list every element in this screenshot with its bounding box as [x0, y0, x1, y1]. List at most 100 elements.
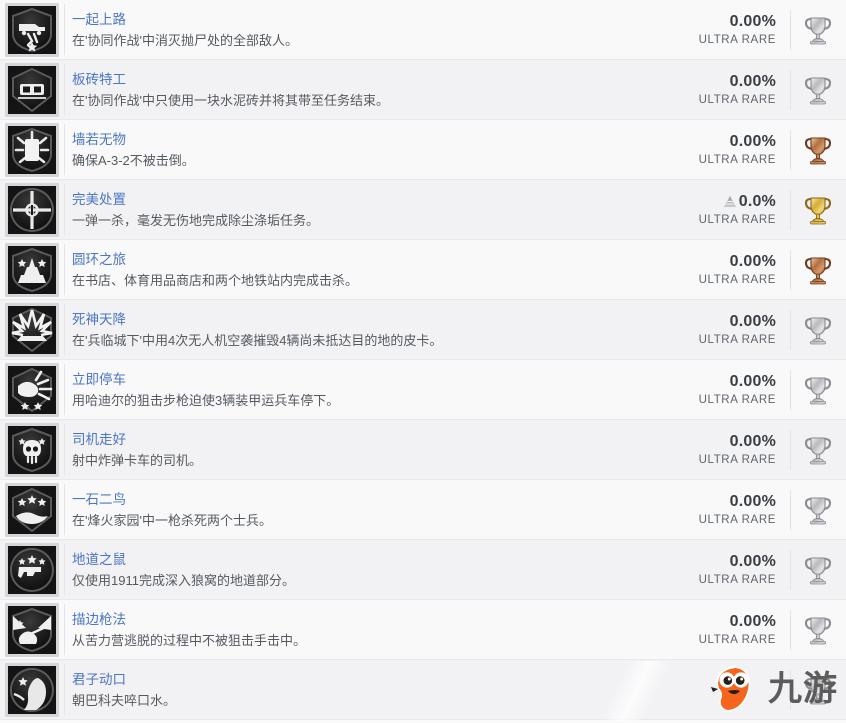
badge-sniper-icon [5, 602, 59, 657]
trophy-description: 用哈迪尔的狙击步枪迫使3辆装甲运兵车停下。 [72, 392, 340, 408]
platinum-pyramid-icon [723, 195, 736, 207]
trophy-title-link[interactable]: 一石二鸟 [72, 490, 656, 509]
trophy-title-link[interactable]: 立即停车 [72, 370, 656, 389]
silver-trophy-icon [790, 660, 846, 720]
silver-trophy-icon [790, 540, 846, 600]
rarity-percent-line: 0.00% [730, 612, 776, 631]
rarity-label: ULTRA RARE [698, 213, 776, 226]
rarity-label: ULTRA RARE [698, 393, 776, 406]
rarity-percent-line: 0.00% [730, 132, 776, 151]
trophy-row[interactable]: 圆环之旅 在书店、体育用品商店和两个地铁站内完成击杀。 0.00% ULTRA RAR… [0, 240, 846, 300]
rarity-percent-line: 0.00% [730, 552, 776, 571]
silver-trophy-icon [790, 0, 846, 60]
trophy-rarity-cell: 0.0% ULTRA RARE [664, 192, 790, 228]
rarity-label: ULTRA RARE [698, 33, 776, 46]
trophy-badge-cell [0, 300, 64, 360]
trophy-row[interactable]: 死神天降 在'兵临城下'中用4次无人机空袭摧毁4辆尚未抵达目的地的皮卡。 0.00%… [0, 300, 846, 360]
trophy-title-link[interactable]: 圆环之旅 [72, 250, 656, 269]
trophy-row[interactable]: 君子动口 朝巴科夫啐口水。 [0, 660, 846, 720]
row-divider [64, 664, 65, 715]
rarity-percent-line: 0.00% [730, 252, 776, 271]
rarity-percent-line: 0.0% [723, 192, 776, 211]
trophy-row[interactable]: 墙若无物确保A-3-2不被击倒。 0.00% ULTRA RARE [0, 120, 846, 180]
badge-brick-icon [5, 62, 59, 117]
trophy-row[interactable]: 一起上路 在'协同作战'中消灭抛尸处的全部敌人。 0.00% ULTRA RARE [0, 0, 846, 60]
trophy-rarity-cell: 0.00% ULTRA RARE [664, 612, 790, 648]
trophy-title-link[interactable]: 墙若无物 [72, 130, 656, 149]
trophy-title-link[interactable]: 描边枪法 [72, 610, 656, 629]
trophy-text-cell: 君子动口 朝巴科夫啐口水。 [64, 670, 664, 710]
trophy-rarity-cell: 0.00% ULTRA RARE [664, 312, 790, 348]
trophy-description: 确保A-3-2不被击倒。 [72, 152, 195, 168]
trophy-row[interactable]: 一石二鸟 在'烽火家园'中一枪杀死两个士兵。 0.00% ULTRA RARE [0, 480, 846, 540]
rarity-percent-line: 0.00% [730, 372, 776, 391]
rarity-label: ULTRA RARE [698, 153, 776, 166]
badge-stars-icon [5, 482, 59, 537]
trophy-rarity-cell: 0.00% ULTRA RARE [664, 372, 790, 408]
trophy-title-link[interactable]: 死神天降 [72, 310, 656, 329]
badge-wall-icon [5, 122, 59, 177]
trophy-description: 在'兵临城下'中用4次无人机空袭摧毁4辆尚未抵达目的地的皮卡。 [72, 332, 443, 348]
silver-trophy-icon [790, 600, 846, 660]
rarity-percent: 0.0% [738, 192, 776, 210]
rarity-percent: 0.00% [729, 612, 776, 630]
rarity-percent: 0.00% [729, 312, 776, 330]
row-divider [64, 184, 65, 235]
trophy-badge-cell [0, 600, 64, 660]
silver-trophy-icon [790, 300, 846, 360]
row-divider [64, 604, 65, 655]
trophy-description: 仅使用1911完成深入狼窝的地道部分。 [72, 572, 295, 588]
rarity-percent: 0.00% [729, 72, 776, 90]
trophy-row[interactable]: 描边枪法从苦力营逃脱的过程中不被狙击手击中。 0.00% ULTRA RARE [0, 600, 846, 660]
trophy-title-link[interactable]: 完美处置 [72, 190, 656, 209]
trophy-description: 在'协同作战'中只使用一块水泥砖并将其带至任务结束。 [72, 92, 389, 108]
trophy-row[interactable]: 完美处置一弹一杀，毫发无伤地完成除尘涤垢任务。 0.0% ULTRA RARE [0, 180, 846, 240]
trophy-row[interactable]: 地道之鼠仅使用1911完成深入狼窝的地道部分。 0.00% ULTRA RARE [0, 540, 846, 600]
bronze-trophy-icon [790, 120, 846, 180]
row-divider [64, 124, 65, 175]
trophy-row[interactable]: 板砖特工 在'协同作战'中只使用一块水泥砖并将其带至任务结束。 0.00% ULTRA… [0, 60, 846, 120]
trophy-title-link[interactable]: 一起上路 [72, 10, 656, 29]
row-divider [64, 64, 65, 115]
trophy-row[interactable]: 立即停车用哈迪尔的狙击步枪迫使3辆装甲运兵车停下。 0.00% ULTRA RARE [0, 360, 846, 420]
row-divider [64, 424, 65, 475]
badge-drone-icon [5, 302, 59, 357]
trophy-badge-cell [0, 480, 64, 540]
silver-trophy-icon [790, 60, 846, 120]
trophy-title-link[interactable]: 板砖特工 [72, 70, 656, 89]
trophy-description: 一弹一杀，毫发无伤地完成除尘涤垢任务。 [72, 212, 320, 228]
trophy-text-cell: 司机走好 射中炸弹卡车的司机。 [64, 430, 664, 470]
row-divider [64, 4, 65, 55]
trophy-description: 在'协同作战'中消灭抛尸处的全部敌人。 [72, 32, 298, 48]
trophy-title-link[interactable]: 地道之鼠 [72, 550, 656, 569]
trophy-badge-cell [0, 0, 64, 60]
trophy-description: 从苦力营逃脱的过程中不被狙击手击中。 [72, 632, 307, 648]
badge-truck-icon [5, 2, 59, 57]
rarity-percent: 0.00% [729, 252, 776, 270]
trophy-title-link[interactable]: 司机走好 [72, 430, 656, 449]
rarity-percent-line: 0.00% [730, 492, 776, 511]
trophy-badge-cell [0, 660, 64, 720]
rarity-label: ULTRA RARE [698, 573, 776, 586]
trophy-text-cell: 圆环之旅 在书店、体育用品商店和两个地铁站内完成击杀。 [64, 250, 664, 290]
trophy-rarity-cell: 0.00% ULTRA RARE [664, 72, 790, 108]
badge-skull-icon [5, 422, 59, 477]
silver-trophy-icon [790, 360, 846, 420]
silver-trophy-icon [790, 420, 846, 480]
badge-profile-icon [5, 662, 59, 717]
trophy-text-cell: 板砖特工在'协同作战'中只使用一块水泥砖并将其带至任务结束。 [64, 70, 664, 110]
trophy-title-link[interactable]: 君子动口 [72, 670, 656, 689]
rarity-percent: 0.00% [729, 552, 776, 570]
trophy-badge-cell [0, 540, 64, 600]
trophy-text-cell: 一起上路在'协同作战'中消灭抛尸处的全部敌人。 [64, 10, 664, 50]
badge-pistol-icon [5, 542, 59, 597]
trophy-text-cell: 死神天降在'兵临城下'中用4次无人机空袭摧毁4辆尚未抵达目的地的皮卡。 [64, 310, 664, 350]
bronze-trophy-icon [790, 240, 846, 300]
trophy-row[interactable]: 司机走好 射中炸弹卡车的司机。 0.00% ULTRA RARE [0, 420, 846, 480]
badge-impact-icon [5, 362, 59, 417]
rarity-percent: 0.00% [729, 432, 776, 450]
trophy-rarity-cell: 0.00% ULTRA RARE [664, 132, 790, 168]
rarity-label: ULTRA RARE [698, 273, 776, 286]
trophy-text-cell: 墙若无物确保A-3-2不被击倒。 [64, 130, 664, 170]
rarity-percent-line: 0.00% [730, 432, 776, 451]
